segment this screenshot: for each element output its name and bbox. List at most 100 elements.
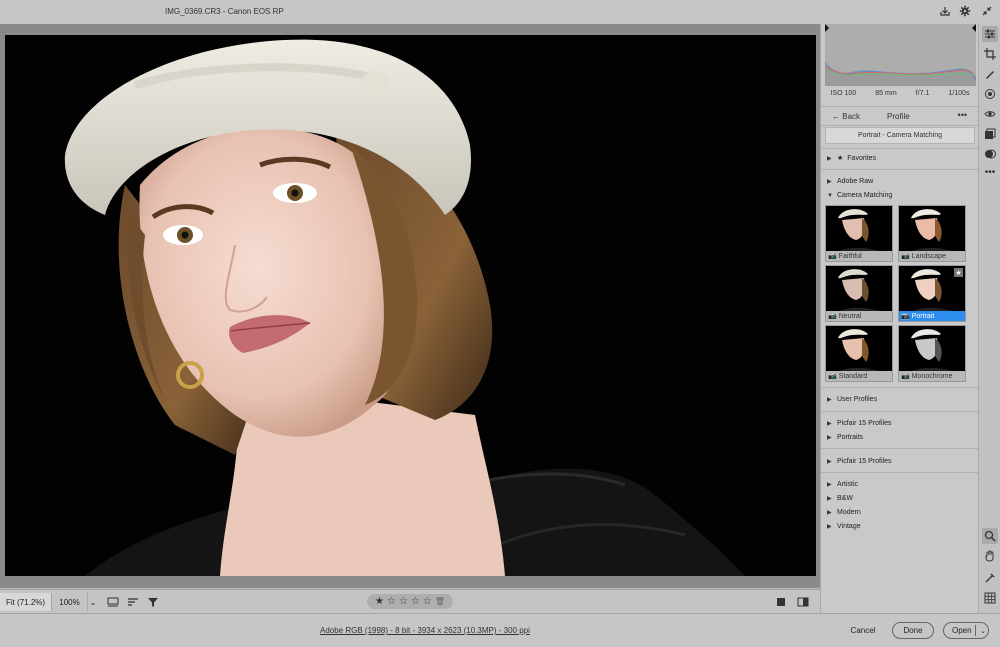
rating-stars[interactable]: ★ ☆ ☆ ☆ ☆ 🗑	[367, 594, 453, 609]
histogram	[825, 24, 976, 86]
open-button[interactable]: Open ⌄	[943, 622, 989, 639]
group-picfair-1-label: Picfair 15 Profiles	[837, 420, 892, 427]
group-modern[interactable]: ▶ Modern	[827, 509, 861, 516]
expand-triangle-icon: ▶	[827, 524, 832, 530]
camera-icon: 📷	[828, 313, 837, 320]
rating-star-3[interactable]: ☆	[399, 596, 408, 607]
zoom-100-button[interactable]: 100%	[52, 593, 88, 611]
focal-length-value: 85 mm	[875, 90, 897, 97]
crop-icon[interactable]	[982, 46, 998, 62]
status-bar: Adobe RGB (1998) - 8 bit - 3934 x 2623 (…	[0, 613, 1000, 647]
aperture-value: f/7.1	[915, 90, 930, 97]
group-portraits[interactable]: ▶ Portraits	[827, 434, 863, 441]
more-options-icon[interactable]: •••	[958, 110, 967, 120]
expand-triangle-icon: ▶	[827, 421, 832, 427]
expand-triangle-icon: ▶	[827, 459, 832, 465]
hand-icon[interactable]	[982, 548, 998, 564]
compare-view-icon[interactable]	[796, 595, 810, 609]
group-vintage-label: Vintage	[837, 523, 861, 530]
back-arrow-icon: ←	[832, 112, 840, 121]
camera-icon: 📷	[828, 253, 837, 260]
back-button[interactable]: ← Back	[832, 112, 860, 121]
rating-star-1[interactable]: ★	[375, 596, 384, 607]
more-tools-icon[interactable]: •••	[982, 164, 998, 180]
group-picfair-2[interactable]: ▶ Picfair 15 Profiles	[827, 458, 891, 465]
photo-preview[interactable]	[5, 35, 816, 576]
group-favorites-label: Favorites	[847, 154, 877, 162]
expand-triangle-icon: ▶	[827, 435, 832, 441]
iso-value: ISO 100	[830, 90, 857, 97]
red-eye-icon[interactable]	[982, 106, 998, 122]
profile-thumb-faithful[interactable]: 📷 Faithful	[825, 205, 893, 262]
rating-star-2[interactable]: ☆	[387, 596, 396, 607]
image-toolbar: Fit (71.2%) 100% ⌄ ★ ☆ ☆ ☆ ☆ 🗑	[0, 589, 820, 613]
group-artistic[interactable]: ▶ Artistic	[827, 481, 858, 488]
workflow-options-link[interactable]: Adobe RGB (1998) - 8 bit - 3934 x 2623 (…	[320, 626, 530, 635]
back-label: Back	[842, 112, 861, 121]
camera-info-row: ISO 100 85 mm f/7.1 1/100s	[821, 90, 979, 102]
zoom-dropdown-chevron-icon[interactable]: ⌄	[88, 593, 98, 611]
group-bw[interactable]: ▶ B&W	[827, 495, 853, 502]
open-button-label: Open	[952, 626, 972, 635]
profile-thumb-label: Landscape	[911, 252, 946, 260]
trash-icon[interactable]: 🗑	[435, 597, 445, 606]
filter-icon[interactable]	[146, 595, 160, 609]
edit-sliders-icon[interactable]	[982, 26, 998, 42]
profile-header: ← Back Profile •••	[821, 106, 979, 126]
shutter-value: 1/100s	[948, 90, 970, 97]
healing-brush-icon[interactable]	[982, 66, 998, 82]
profile-thumb-monochrome[interactable]: 📷 Monochrome	[898, 325, 966, 382]
group-user-profiles-label: User Profiles	[837, 396, 878, 403]
zoom-fit-button[interactable]: Fit (71.2%)	[0, 593, 52, 611]
window-title: IMG_0369.CR3 - Canon EOS RP	[165, 7, 284, 16]
image-canvas-area	[0, 24, 820, 588]
profile-thumb-landscape[interactable]: 📷 Landscape	[898, 205, 966, 262]
group-modern-label: Modern	[837, 509, 861, 516]
rating-star-4[interactable]: ☆	[411, 596, 420, 607]
before-after-icon[interactable]	[774, 595, 788, 609]
group-artistic-label: Artistic	[837, 481, 858, 488]
export-icon[interactable]	[938, 4, 952, 18]
profile-thumb-neutral[interactable]: 📷 Neutral	[825, 265, 893, 322]
tool-strip: •••	[978, 24, 1000, 613]
filmstrip-icon[interactable]	[106, 595, 120, 609]
expand-triangle-icon: ▶	[827, 155, 832, 162]
profile-thumb-portrait[interactable]: ★ 📷 Portrait	[898, 265, 966, 322]
group-camera-matching-label: Camera Matching	[837, 192, 893, 199]
done-button[interactable]: Done	[892, 622, 934, 639]
expand-triangle-icon: ▶	[827, 496, 832, 502]
group-picfair-1[interactable]: ▶ Picfair 15 Profiles	[827, 420, 891, 427]
presets-icon[interactable]	[982, 126, 998, 142]
collapse-icon[interactable]	[980, 4, 994, 18]
gear-icon[interactable]	[958, 4, 972, 18]
expand-triangle-icon: ▶	[827, 397, 832, 403]
favorite-star-icon[interactable]: ★	[954, 268, 963, 277]
group-adobe-raw[interactable]: ▶ Adobe Raw	[827, 178, 873, 185]
profile-title: Profile	[887, 112, 910, 121]
grid-icon[interactable]	[982, 590, 998, 606]
zoom-icon[interactable]	[982, 528, 998, 544]
group-user-profiles[interactable]: ▶ User Profiles	[827, 396, 877, 403]
mask-icon[interactable]	[982, 86, 998, 102]
group-picfair-2-label: Picfair 15 Profiles	[837, 458, 892, 465]
camera-icon: 📷	[901, 313, 910, 320]
open-options-chevron-icon[interactable]: ⌄	[980, 627, 986, 635]
cancel-button[interactable]: Cancel	[843, 622, 883, 639]
group-camera-matching[interactable]: ▼ Camera Matching	[827, 192, 892, 199]
selected-profile-field[interactable]: Portrait - Camera Matching	[825, 127, 975, 144]
color-sampler-icon[interactable]	[982, 570, 998, 586]
profile-thumb-standard[interactable]: 📷 Standard	[825, 325, 893, 382]
profile-thumb-label: Faithful	[838, 252, 862, 260]
camera-icon: 📷	[901, 253, 910, 260]
sort-icon[interactable]	[126, 595, 140, 609]
rating-star-5[interactable]: ☆	[423, 596, 432, 607]
profile-thumb-label: Neutral	[838, 312, 862, 320]
group-vintage[interactable]: ▶ Vintage	[827, 523, 861, 530]
group-portraits-label: Portraits	[837, 434, 864, 441]
expand-triangle-icon: ▶	[827, 482, 832, 488]
snapshots-icon[interactable]	[982, 146, 998, 162]
profile-thumb-label: Monochrome	[911, 372, 953, 380]
expand-triangle-icon: ▶	[827, 179, 832, 185]
profile-thumb-label: Portrait	[911, 312, 935, 320]
group-favorites[interactable]: ▶ ★ Favorites	[827, 154, 877, 163]
